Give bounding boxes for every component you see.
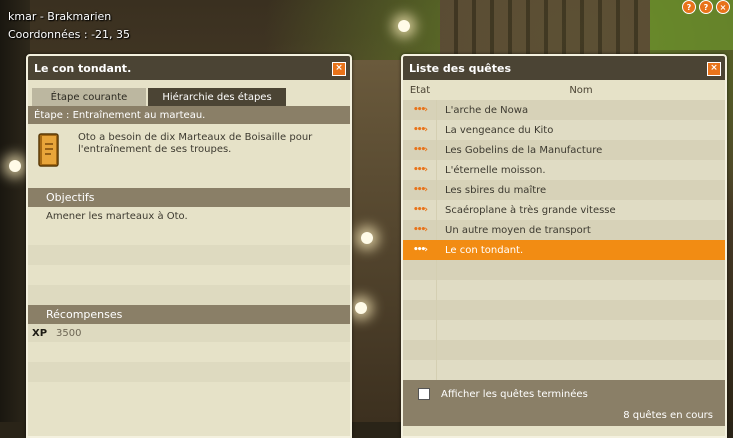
quest-row[interactable]: •••› L'arche de Nowa — [403, 100, 725, 120]
quest-row[interactable]: •••› L'éternelle moisson. — [403, 160, 725, 180]
map-coordinates: Coordonnées : -21, 35 — [8, 28, 131, 41]
quest-state-cell: •••› — [403, 200, 437, 220]
quest-name: Les sbires du maître — [445, 184, 547, 196]
empty-row — [403, 340, 725, 360]
rewards-header: Récompenses — [28, 305, 350, 324]
quest-state-cell: •••› — [403, 240, 437, 260]
quest-row[interactable]: •••› Le con tondant. — [403, 240, 725, 260]
column-name[interactable]: Nom — [437, 80, 725, 100]
tab-step-hierarchy[interactable]: Hiérarchie des étapes — [148, 88, 286, 106]
quest-row[interactable]: •••› La vengeance du Kito — [403, 120, 725, 140]
column-state[interactable]: Etat — [403, 80, 437, 100]
in-progress-icon: •••› — [413, 225, 428, 235]
map-info: kmar - Brakmarien Coordonnées : -21, 35 — [8, 8, 130, 44]
quest-list-window: Liste des quêtes × Etat Nom •••› L'arche … — [401, 54, 727, 438]
quest-list: •••› L'arche de Nowa •••› La vengeance du K… — [403, 100, 725, 380]
list-window-title-bar[interactable]: Liste des quêtes × — [403, 56, 725, 80]
book-icon — [38, 133, 59, 167]
description-text: Oto a besoin de dix Marteaux de Boisaill… — [78, 132, 313, 155]
list-title: Liste des quêtes — [409, 61, 512, 75]
close-icon[interactable]: × — [332, 62, 346, 76]
in-progress-icon: •••› — [413, 185, 428, 195]
reward-xp: XP 3500 — [28, 324, 350, 342]
quest-state-cell: •••› — [403, 120, 437, 140]
empty-row — [403, 280, 725, 300]
list-footer: Afficher les quêtes terminées 8 quêtes e… — [403, 380, 725, 426]
quest-name: L'éternelle moisson. — [445, 164, 546, 176]
quest-row[interactable]: •••› Scaéroplane à très grande vitesse — [403, 200, 725, 220]
map-area-name: kmar - Brakmarien — [8, 10, 112, 23]
quest-row[interactable]: •••› Les Gobelins de la Manufacture — [403, 140, 725, 160]
empty-row — [403, 300, 725, 320]
quest-details-window: Le con tondant. × Étape courante Hiérarc… — [26, 54, 352, 438]
empty-row — [403, 260, 725, 280]
list-header: Etat Nom — [403, 80, 725, 100]
quest-state-cell: •••› — [403, 140, 437, 160]
quest-count: 8 quêtes en cours — [623, 410, 713, 421]
quest-name: La vengeance du Kito — [445, 124, 554, 136]
in-progress-icon: •••› — [413, 105, 428, 115]
quest-state-cell: •••› — [403, 160, 437, 180]
help-button-2[interactable]: ? — [699, 0, 713, 14]
empty-row — [403, 360, 725, 380]
quest-title: Le con tondant. — [34, 61, 132, 75]
show-finished-label: Afficher les quêtes terminées — [441, 388, 588, 400]
close-icon[interactable]: × — [707, 62, 721, 76]
quest-state-cell: •••› — [403, 220, 437, 240]
objectives-header: Objectifs — [28, 188, 350, 207]
in-progress-icon: •••› — [413, 125, 428, 135]
in-progress-icon: •••› — [413, 245, 428, 255]
quest-name: Un autre moyen de transport — [445, 224, 591, 236]
quest-window-title-bar[interactable]: Le con tondant. × — [28, 56, 350, 80]
quest-state-cell: •••› — [403, 100, 437, 120]
objective-item: Amener les marteaux à Oto. — [28, 207, 350, 225]
help-button-1[interactable]: ? — [682, 0, 696, 14]
quest-state-cell: •••› — [403, 180, 437, 200]
xp-value: 3500 — [56, 327, 82, 339]
quest-row[interactable]: •••› Les sbires du maître — [403, 180, 725, 200]
in-progress-icon: •••› — [413, 165, 428, 175]
in-progress-icon: •••› — [413, 145, 428, 155]
quest-row[interactable]: •••› Un autre moyen de transport — [403, 220, 725, 240]
show-finished-checkbox[interactable] — [418, 388, 430, 400]
in-progress-icon: •••› — [413, 205, 428, 215]
step-description: Oto a besoin de dix Marteaux de Boisaill… — [28, 124, 350, 188]
quest-name: Scaéroplane à très grande vitesse — [445, 204, 616, 216]
quest-name: L'arche de Nowa — [445, 104, 529, 116]
xp-label: XP — [32, 327, 48, 339]
tab-bar: Étape courante Hiérarchie des étapes — [28, 80, 350, 106]
empty-row — [403, 320, 725, 340]
step-title: Étape : Entraînement au marteau. — [28, 106, 350, 124]
show-finished-option[interactable]: Afficher les quêtes terminées — [418, 388, 588, 400]
top-buttons: ? ? × — [682, 0, 730, 14]
close-top-button[interactable]: × — [716, 0, 730, 14]
tab-current-step[interactable]: Étape courante — [32, 88, 146, 106]
quest-name: Les Gobelins de la Manufacture — [445, 144, 603, 156]
quest-name: Le con tondant. — [445, 244, 524, 256]
